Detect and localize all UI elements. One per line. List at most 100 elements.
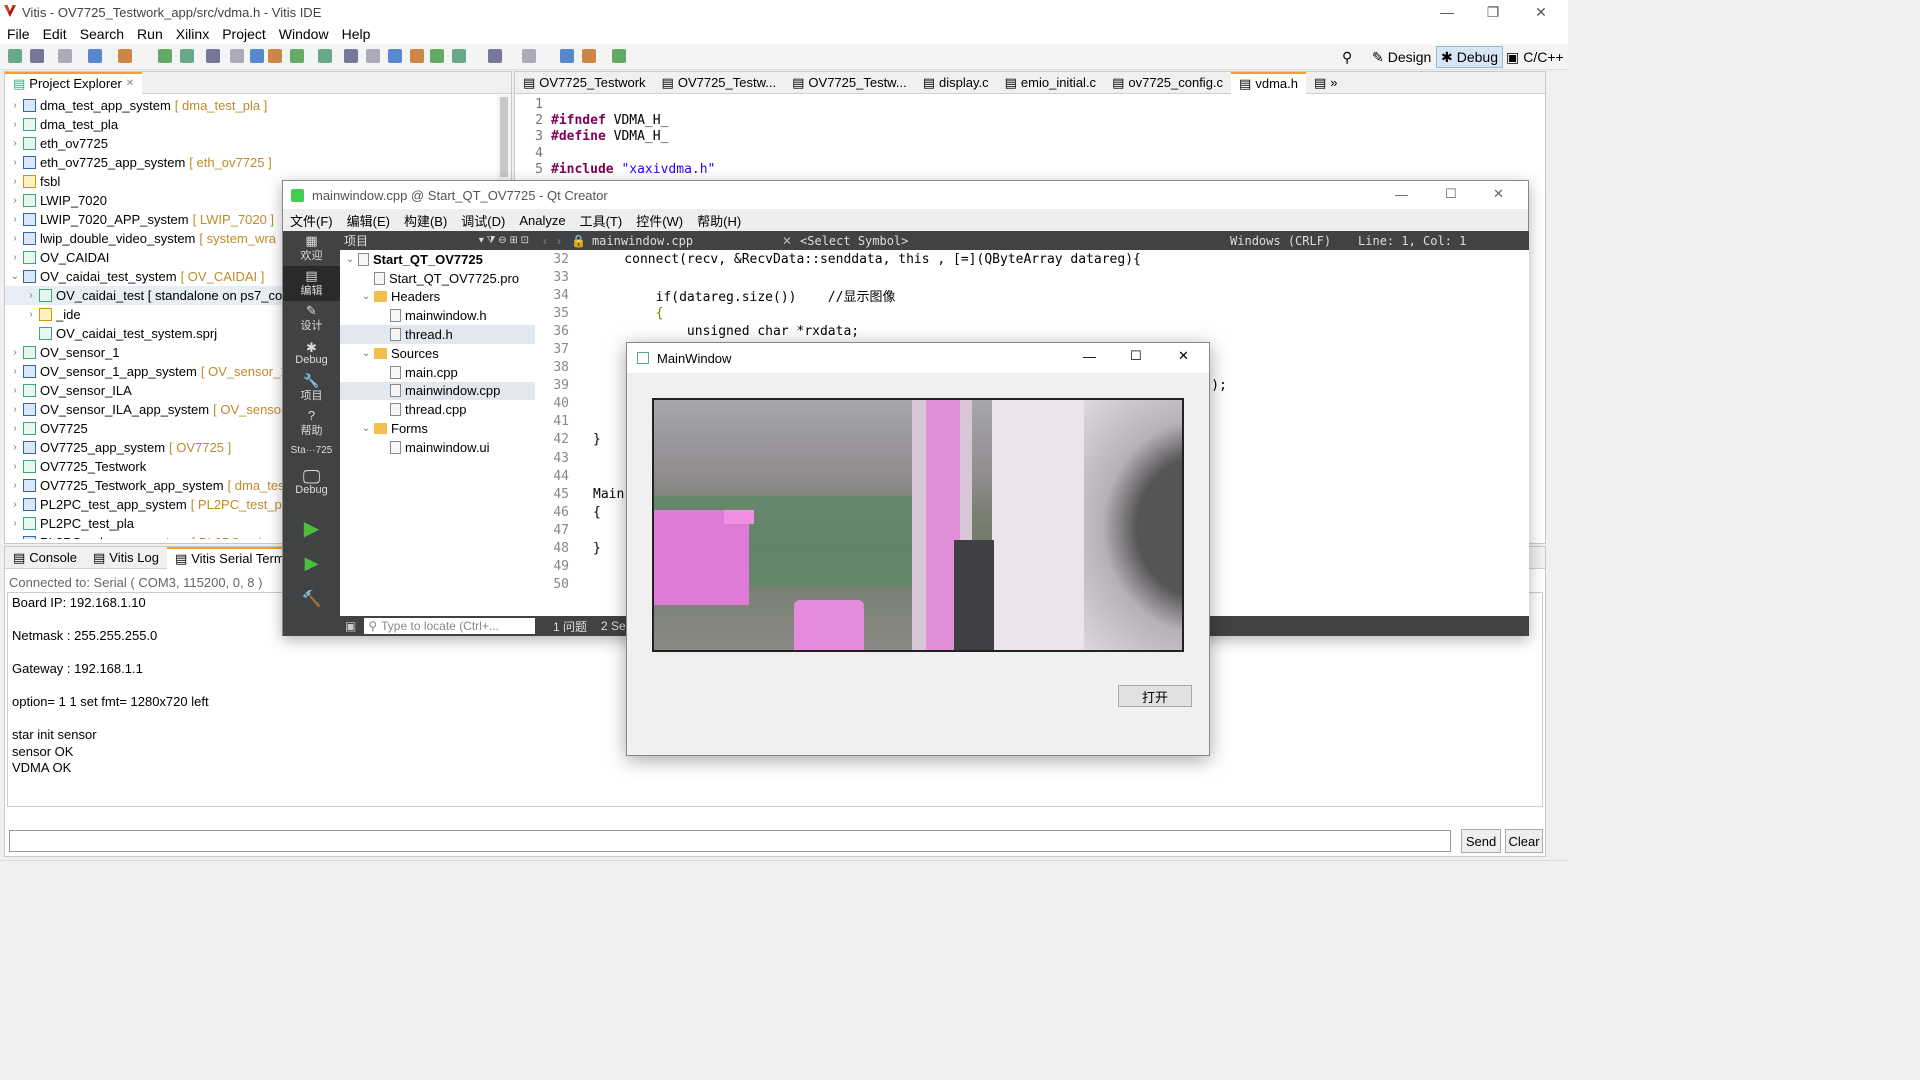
app-minimize-button[interactable]: — [1083,349,1096,364]
toolbar-tool-icon[interactable] [488,49,502,63]
qt-menu-item[interactable]: Analyze [519,213,565,228]
expand-chevron-icon[interactable]: ⌄ [360,291,372,302]
expand-chevron-icon[interactable]: › [9,518,21,529]
toolbar-tool-icon[interactable] [58,49,72,63]
toolbar-tool-icon[interactable] [430,49,444,63]
menu-project[interactable]: Project [222,26,266,42]
expand-chevron-icon[interactable]: › [9,404,21,415]
expand-chevron-icon[interactable]: › [25,290,37,301]
menu-edit[interactable]: Edit [43,26,67,42]
expand-chevron-icon[interactable]: ⌄ [344,254,356,265]
qt-menu-item[interactable]: 构建(B) [404,211,447,230]
toolbar-tool-icon[interactable] [344,49,358,63]
expand-chevron-icon[interactable]: › [9,366,21,377]
expand-chevron-icon[interactable]: › [9,442,21,453]
qt-menu-item[interactable]: 工具(T) [580,211,623,230]
expand-chevron-icon[interactable]: › [9,195,21,206]
editor-tab[interactable]: ▤ ov7725_config.c [1104,72,1231,94]
bottom-tab[interactable]: ▤ Console [5,547,85,569]
expand-chevron-icon[interactable]: › [9,347,21,358]
expand-chevron-icon[interactable]: › [9,385,21,396]
toolbar-tool-icon[interactable] [158,49,172,63]
project-item[interactable]: › eth_ov7725 [5,134,511,153]
editor-tab[interactable]: ▤ OV7725_Testwork [515,72,654,94]
qt-tree-item[interactable]: ⌄ Forms [340,419,535,438]
mode-3[interactable]: ✱ Debug [283,336,340,371]
clear-button[interactable]: Clear [1505,829,1543,853]
expand-chevron-icon[interactable]: › [9,233,21,244]
editor-tab[interactable]: ▤ display.c [915,72,997,94]
toolbar-tool-icon[interactable] [318,49,332,63]
bottom-tab[interactable]: ▤ Vitis Log [85,547,167,569]
qt-maximize-button[interactable]: ☐ [1445,186,1457,202]
perspective-cpp[interactable]: ▣ C/C++ [1502,46,1568,68]
qt-menu-item[interactable]: 文件(F) [290,211,333,230]
toolbar-tool-icon[interactable] [522,49,536,63]
editor-tab[interactable]: ▤ OV7725_Testw... [784,72,915,94]
filter-icon[interactable]: ▾ ⧩ ⊖ ⊞ ⊡ [479,235,529,246]
expand-chevron-icon[interactable]: › [9,461,21,472]
mode-0[interactable]: ▦ 欢迎 [283,231,340,266]
expand-chevron-icon[interactable]: › [9,423,21,434]
nav-forward-icon[interactable]: › [557,234,561,248]
close-file-icon[interactable]: ✕ [782,234,792,248]
app-maximize-button[interactable]: ☐ [1130,348,1142,364]
nav-back-icon[interactable]: ‹ [543,234,547,248]
build-button[interactable]: 🔨 [283,581,340,616]
toolbar-tool-icon[interactable] [366,49,380,63]
menu-xilinx[interactable]: Xilinx [176,26,209,42]
expand-chevron-icon[interactable]: › [9,252,21,263]
expand-chevron-icon[interactable]: › [9,157,21,168]
qt-tree-item[interactable]: mainwindow.h [340,306,535,325]
qt-tree-item[interactable]: thread.h [340,325,535,344]
toolbar-tool-icon[interactable] [290,49,304,63]
qt-tree-item[interactable]: mainwindow.ui [340,438,535,457]
expand-chevron-icon[interactable]: › [9,100,21,111]
debug-run-button[interactable]: ▶ [283,546,340,581]
minimize-button[interactable]: — [1424,0,1470,24]
editor-tab[interactable]: ▤ emio_initial.c [997,72,1104,94]
menu-file[interactable]: File [7,26,30,42]
app-close-button[interactable]: ✕ [1178,348,1189,364]
perspective-debug[interactable]: ✱ Debug [1436,46,1503,68]
vitis-code-editor[interactable]: 1 2 #ifndef VDMA_H_ 3 #define VDMA_H_ 4 5 #incl… [515,94,1545,177]
qt-tree-item[interactable]: thread.cpp [340,400,535,419]
menu-window[interactable]: Window [279,26,329,42]
expand-chevron-icon[interactable]: › [9,176,21,187]
mode-2[interactable]: ✎ 设计 [283,301,340,336]
symbol-combo[interactable]: <Select Symbol> [800,234,1230,248]
qt-minimize-button[interactable]: — [1395,187,1408,202]
mode-5[interactable]: ? 帮助 [283,406,340,441]
menu-run[interactable]: Run [137,26,163,42]
toolbar-tool-icon[interactable] [612,49,626,63]
file-combo[interactable]: mainwindow.cpp [592,234,782,248]
kit-selector[interactable]: 🖵 Debug [283,461,340,505]
qt-menu-item[interactable]: 编辑(E) [347,211,390,230]
editor-tab[interactable]: ▤ OV7725_Testw... [654,72,785,94]
expand-chevron-icon[interactable]: ⌄ [9,271,21,282]
tab-project-explorer[interactable]: ▤ Project Explorer ✕ [5,71,143,94]
qt-tree-item[interactable]: ⌄ Sources [340,344,535,363]
project-item[interactable]: › dma_test_app_system[ dma_test_pla ] [5,96,511,115]
expand-chevron-icon[interactable]: ⌄ [360,423,372,434]
restore-button[interactable]: ❐ [1470,0,1516,24]
expand-chevron-icon[interactable]: › [25,309,37,320]
toolbar-tool-icon[interactable] [206,49,220,63]
toolbar-tool-icon[interactable] [118,49,132,63]
run-button[interactable]: ▶ [283,511,340,546]
close-tab-icon[interactable]: ✕ [126,78,134,89]
expand-chevron-icon[interactable]: › [9,480,21,491]
editor-tab[interactable]: ▤ vdma.h [1231,71,1306,94]
qt-menu-item[interactable]: 帮助(H) [697,211,741,230]
toolbar-tool-icon[interactable] [180,49,194,63]
editor-tab[interactable]: ▤» [1306,72,1346,94]
locator-input[interactable]: ⚲ Type to locate (Ctrl+... [364,618,535,634]
toolbar-tool-icon[interactable] [410,49,424,63]
serial-input[interactable] [9,830,1451,852]
qt-menu-item[interactable]: 控件(W) [636,211,683,230]
toolbar-tool-icon[interactable] [268,49,282,63]
toolbar-tool-icon[interactable] [452,49,466,63]
qt-menu-item[interactable]: 调试(D) [461,211,505,230]
expand-chevron-icon[interactable]: › [9,214,21,225]
qt-tree-item[interactable]: ⌄ Headers [340,288,535,307]
